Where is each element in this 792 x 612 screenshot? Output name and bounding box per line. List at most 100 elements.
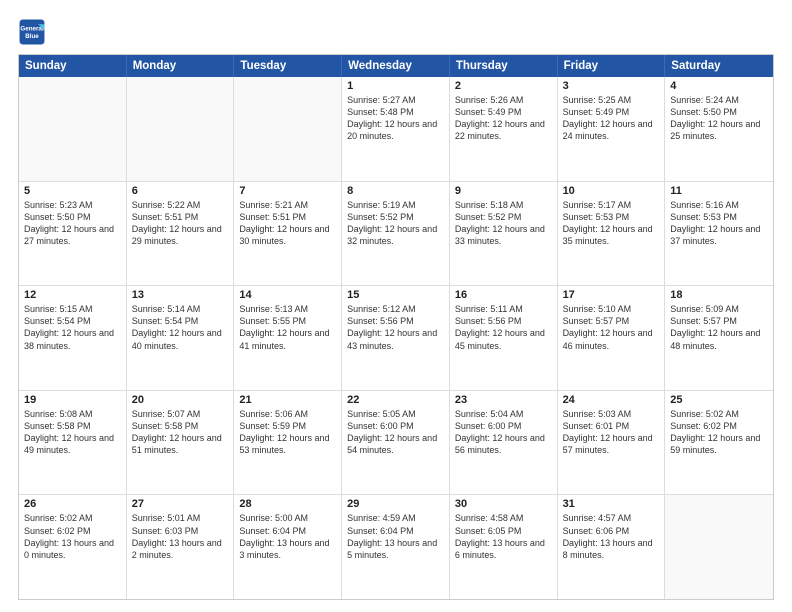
day-cell-10: 10Sunrise: 5:17 AM Sunset: 5:53 PM Dayli… (558, 182, 666, 286)
day-number: 27 (132, 498, 229, 510)
day-cell-empty (665, 495, 773, 599)
day-cell-13: 13 Sunrise: 5:14 AM Sunset: 5:54 PM Dayli… (127, 286, 235, 390)
day-number: 13 (132, 289, 229, 301)
cell-info: Sunrise: 5:13 AM Sunset: 5:55 PM Dayligh… (239, 303, 336, 352)
cell-info: Sunrise: 5:06 AM Sunset: 5:59 PM Dayligh… (239, 408, 336, 457)
calendar-header: SundayMondayTuesdayWednesdayThursdayFrid… (19, 55, 773, 77)
calendar-week-5: 26 Sunrise: 5:02 AM Sunset: 6:02 PM Dayli… (19, 495, 773, 599)
calendar-week-3: 12 Sunrise: 5:15 AM Sunset: 5:54 PM Dayli… (19, 286, 773, 391)
day-cell-3: 3Sunrise: 5:25 AM Sunset: 5:49 PM Daylig… (558, 77, 666, 181)
day-cell-empty (127, 77, 235, 181)
calendar-week-2: 5 Sunrise: 5:23 AM Sunset: 5:50 PM Daylig… (19, 182, 773, 287)
header: General Blue (18, 18, 774, 46)
header-day-friday: Friday (558, 55, 666, 77)
day-cell-19: 19 Sunrise: 5:08 AM Sunset: 5:58 PM Dayli… (19, 391, 127, 495)
cell-info: Sunrise: 5:23 AM Sunset: 5:50 PM Dayligh… (24, 199, 121, 248)
cell-info: Sunrise: 5:08 AM Sunset: 5:58 PM Dayligh… (24, 408, 121, 457)
day-number: 14 (239, 289, 336, 301)
day-cell-1: 1Sunrise: 5:27 AM Sunset: 5:48 PM Daylig… (342, 77, 450, 181)
calendar: SundayMondayTuesdayWednesdayThursdayFrid… (18, 54, 774, 600)
day-number: 7 (239, 185, 336, 197)
day-number: 16 (455, 289, 552, 301)
cell-info: Sunrise: 4:58 AM Sunset: 6:05 PM Dayligh… (455, 512, 552, 561)
day-number: 29 (347, 498, 444, 510)
day-cell-2: 2Sunrise: 5:26 AM Sunset: 5:49 PM Daylig… (450, 77, 558, 181)
day-number: 9 (455, 185, 552, 197)
day-number: 5 (24, 185, 121, 197)
day-number: 26 (24, 498, 121, 510)
day-cell-4: 4Sunrise: 5:24 AM Sunset: 5:50 PM Daylig… (665, 77, 773, 181)
page: General Blue SundayMondayTuesdayWednesda… (0, 0, 792, 612)
day-cell-22: 22 Sunrise: 5:05 AM Sunset: 6:00 PM Dayli… (342, 391, 450, 495)
day-cell-30: 30 Sunrise: 4:58 AM Sunset: 6:05 PM Dayli… (450, 495, 558, 599)
day-number: 6 (132, 185, 229, 197)
day-cell-16: 16 Sunrise: 5:11 AM Sunset: 5:56 PM Dayli… (450, 286, 558, 390)
day-cell-21: 21 Sunrise: 5:06 AM Sunset: 5:59 PM Dayli… (234, 391, 342, 495)
day-number: 25 (670, 394, 768, 406)
cell-info: Sunrise: 5:15 AM Sunset: 5:54 PM Dayligh… (24, 303, 121, 352)
cell-info: Sunrise: 5:19 AM Sunset: 5:52 PM Dayligh… (347, 199, 444, 248)
day-number: 24 (563, 394, 660, 406)
day-cell-26: 26 Sunrise: 5:02 AM Sunset: 6:02 PM Dayli… (19, 495, 127, 599)
cell-info: Sunrise: 5:18 AM Sunset: 5:52 PM Dayligh… (455, 199, 552, 248)
day-number: 12 (24, 289, 121, 301)
cell-info: Sunrise: 5:25 AM Sunset: 5:49 PM Dayligh… (563, 94, 660, 143)
cell-info: Sunrise: 5:14 AM Sunset: 5:54 PM Dayligh… (132, 303, 229, 352)
day-cell-23: 23 Sunrise: 5:04 AM Sunset: 6:00 PM Dayli… (450, 391, 558, 495)
logo: General Blue (18, 18, 50, 46)
day-number: 19 (24, 394, 121, 406)
day-cell-28: 28 Sunrise: 5:00 AM Sunset: 6:04 PM Dayli… (234, 495, 342, 599)
cell-info: Sunrise: 5:00 AM Sunset: 6:04 PM Dayligh… (239, 512, 336, 561)
day-number: 22 (347, 394, 444, 406)
day-cell-31: 31Sunrise: 4:57 AM Sunset: 6:06 PM Dayli… (558, 495, 666, 599)
cell-info: Sunrise: 5:05 AM Sunset: 6:00 PM Dayligh… (347, 408, 444, 457)
day-number: 18 (670, 289, 768, 301)
day-number: 20 (132, 394, 229, 406)
day-cell-9: 9 Sunrise: 5:18 AM Sunset: 5:52 PM Daylig… (450, 182, 558, 286)
cell-info: Sunrise: 5:21 AM Sunset: 5:51 PM Dayligh… (239, 199, 336, 248)
header-day-sunday: Sunday (19, 55, 127, 77)
day-number: 8 (347, 185, 444, 197)
day-cell-25: 25Sunrise: 5:02 AM Sunset: 6:02 PM Dayli… (665, 391, 773, 495)
calendar-week-1: 1Sunrise: 5:27 AM Sunset: 5:48 PM Daylig… (19, 77, 773, 182)
header-day-thursday: Thursday (450, 55, 558, 77)
day-number: 30 (455, 498, 552, 510)
cell-info: Sunrise: 5:10 AM Sunset: 5:57 PM Dayligh… (563, 303, 660, 352)
day-cell-8: 8 Sunrise: 5:19 AM Sunset: 5:52 PM Daylig… (342, 182, 450, 286)
day-cell-27: 27Sunrise: 5:01 AM Sunset: 6:03 PM Dayli… (127, 495, 235, 599)
header-day-monday: Monday (127, 55, 235, 77)
day-number: 2 (455, 80, 552, 92)
day-cell-17: 17Sunrise: 5:10 AM Sunset: 5:57 PM Dayli… (558, 286, 666, 390)
cell-info: Sunrise: 4:57 AM Sunset: 6:06 PM Dayligh… (563, 512, 660, 561)
svg-text:Blue: Blue (25, 33, 39, 40)
cell-info: Sunrise: 5:03 AM Sunset: 6:01 PM Dayligh… (563, 408, 660, 457)
header-day-saturday: Saturday (665, 55, 773, 77)
cell-info: Sunrise: 5:12 AM Sunset: 5:56 PM Dayligh… (347, 303, 444, 352)
cell-info: Sunrise: 5:09 AM Sunset: 5:57 PM Dayligh… (670, 303, 768, 352)
day-cell-15: 15 Sunrise: 5:12 AM Sunset: 5:56 PM Dayli… (342, 286, 450, 390)
day-cell-empty (19, 77, 127, 181)
cell-info: Sunrise: 5:16 AM Sunset: 5:53 PM Dayligh… (670, 199, 768, 248)
day-number: 21 (239, 394, 336, 406)
cell-info: Sunrise: 5:22 AM Sunset: 5:51 PM Dayligh… (132, 199, 229, 248)
header-day-wednesday: Wednesday (342, 55, 450, 77)
cell-info: Sunrise: 4:59 AM Sunset: 6:04 PM Dayligh… (347, 512, 444, 561)
day-cell-empty (234, 77, 342, 181)
cell-info: Sunrise: 5:11 AM Sunset: 5:56 PM Dayligh… (455, 303, 552, 352)
cell-info: Sunrise: 5:02 AM Sunset: 6:02 PM Dayligh… (24, 512, 121, 561)
calendar-body: 1Sunrise: 5:27 AM Sunset: 5:48 PM Daylig… (19, 77, 773, 599)
logo-icon: General Blue (18, 18, 46, 46)
cell-info: Sunrise: 5:24 AM Sunset: 5:50 PM Dayligh… (670, 94, 768, 143)
svg-text:General: General (20, 25, 43, 32)
day-cell-6: 6 Sunrise: 5:22 AM Sunset: 5:51 PM Daylig… (127, 182, 235, 286)
calendar-week-4: 19 Sunrise: 5:08 AM Sunset: 5:58 PM Dayli… (19, 391, 773, 496)
day-number: 15 (347, 289, 444, 301)
day-cell-20: 20 Sunrise: 5:07 AM Sunset: 5:58 PM Dayli… (127, 391, 235, 495)
cell-info: Sunrise: 5:07 AM Sunset: 5:58 PM Dayligh… (132, 408, 229, 457)
day-cell-14: 14 Sunrise: 5:13 AM Sunset: 5:55 PM Dayli… (234, 286, 342, 390)
cell-info: Sunrise: 5:17 AM Sunset: 5:53 PM Dayligh… (563, 199, 660, 248)
day-number: 23 (455, 394, 552, 406)
cell-info: Sunrise: 5:04 AM Sunset: 6:00 PM Dayligh… (455, 408, 552, 457)
day-cell-29: 29 Sunrise: 4:59 AM Sunset: 6:04 PM Dayli… (342, 495, 450, 599)
day-number: 28 (239, 498, 336, 510)
